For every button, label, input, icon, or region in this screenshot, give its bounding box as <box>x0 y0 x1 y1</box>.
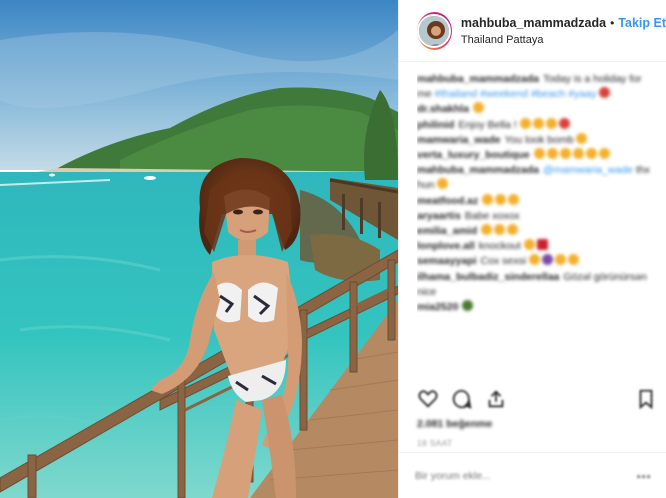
comment-username[interactable]: mamwaria_wade <box>417 134 500 146</box>
avatar-image <box>417 13 452 48</box>
emoji-icon <box>528 254 540 266</box>
comment-username[interactable]: dr.shakhla <box>417 103 469 115</box>
emoji-icon <box>495 193 507 205</box>
emoji-icon <box>558 117 570 129</box>
emoji-icon <box>533 148 545 160</box>
comment-item: verta_luxury_boutique <box>417 148 657 163</box>
comment-text: Enjoy Bella ! <box>458 118 517 131</box>
comments-list: mahbuba_mammadzada Today is a holiday for… <box>417 72 657 382</box>
emoji-icon <box>523 239 535 251</box>
emoji-icon <box>437 178 449 190</box>
comment-username[interactable]: mia2520 <box>417 301 458 313</box>
emoji-icon <box>567 254 579 266</box>
comment-username[interactable]: mahbuba_mammadzada <box>417 73 539 85</box>
emoji-icon <box>472 102 484 114</box>
emoji-icon <box>576 132 588 144</box>
comment-item: mamwaria_wade You look bomb <box>417 132 657 148</box>
comment-username[interactable]: verta_luxury_boutique <box>417 149 530 161</box>
comment-item: mia2520 <box>417 300 657 315</box>
action-bar <box>417 386 657 412</box>
emoji-icon <box>536 239 548 251</box>
comment-item: dr.shakhla <box>417 102 657 117</box>
comment-icon[interactable] <box>451 388 473 410</box>
post-side-panel: mahbuba_mammadzada • Takip Et Thailand P… <box>398 0 666 498</box>
emoji-icon <box>554 254 566 266</box>
comment-input[interactable] <box>415 469 637 482</box>
comment-username[interactable]: meatfood.az <box>417 195 478 207</box>
emoji-icon <box>519 117 531 129</box>
emoji-icon <box>546 148 558 160</box>
emoji-icon <box>494 224 506 236</box>
follow-button[interactable]: Takip Et <box>618 16 666 30</box>
post-header: mahbuba_mammadzada • Takip Et Thailand P… <box>399 0 666 62</box>
comment-username[interactable]: aryaartis <box>417 210 461 222</box>
comment-text: Babe xoxox <box>464 209 520 222</box>
comment-item: philinid Enjoy Bella ! <box>417 117 657 133</box>
beach-photo-illustration <box>0 0 398 498</box>
post-time: 18 SAAT <box>417 438 453 448</box>
comment-item: semaayyapi Cox sexsi <box>417 254 657 269</box>
emoji-icon <box>585 148 597 160</box>
comment-item: meatfood.az <box>417 193 657 209</box>
comment-item: ilhama_bulbadiz_sinderellaa Gözəl görünür… <box>417 270 657 300</box>
avatar[interactable] <box>417 11 452 50</box>
post-photo[interactable] <box>0 0 398 498</box>
comment-item: emilia_amid <box>417 224 657 239</box>
comment-hashtags[interactable]: #thailand #weekend #beach #yaay <box>435 88 597 100</box>
comment-item: aryaartis Babe xoxox <box>417 209 657 224</box>
emoji-icon <box>481 224 493 236</box>
comment-username[interactable]: lonplove.all <box>417 240 475 252</box>
username-link[interactable]: mahbuba_mammadzada <box>461 16 606 30</box>
heart-icon[interactable] <box>417 388 439 410</box>
emoji-icon <box>482 193 494 205</box>
bookmark-icon[interactable] <box>635 388 657 410</box>
like-count[interactable]: 2.081 beğenme <box>417 418 492 430</box>
emoji-icon <box>572 148 584 160</box>
add-comment-bar: ••• <box>399 452 666 498</box>
location-link[interactable]: Thailand Pattaya <box>461 34 666 46</box>
comment-username[interactable]: emilia_amid <box>417 225 477 237</box>
comment-username[interactable]: semaayyapi <box>417 255 477 267</box>
emoji-icon <box>462 300 474 312</box>
emoji-icon <box>508 193 520 205</box>
emoji-icon <box>559 148 571 160</box>
comment-username[interactable]: mahbuba_mammadzada <box>417 164 539 176</box>
comment-text: You look bomb <box>504 133 574 146</box>
comment-text: knockout <box>478 240 521 253</box>
comment-item: mahbuba_mammadzada @mamwaria_wade thx hun <box>417 163 657 193</box>
header-line: mahbuba_mammadzada • Takip Et <box>461 16 666 30</box>
comment-username[interactable]: philinid <box>417 119 454 131</box>
share-icon[interactable] <box>485 388 507 410</box>
emoji-icon <box>545 117 557 129</box>
comment-text: Cox sexsi <box>480 255 527 268</box>
comment-mention[interactable]: @mamwaria_wade <box>543 164 633 176</box>
more-options-icon[interactable]: ••• <box>636 468 651 484</box>
separator-dot: • <box>610 15 615 30</box>
comment-username[interactable]: ilhama_bulbadiz_sinderellaa <box>417 271 559 283</box>
emoji-icon <box>507 224 519 236</box>
header-text: mahbuba_mammadzada • Takip Et Thailand P… <box>461 16 666 46</box>
comment-item: mahbuba_mammadzada Today is a holiday for… <box>417 72 657 102</box>
emoji-icon <box>532 117 544 129</box>
emoji-icon <box>541 254 553 266</box>
emoji-icon <box>598 148 610 160</box>
emoji-icon <box>599 87 611 99</box>
comment-item: lonplove.all knockout <box>417 239 657 254</box>
